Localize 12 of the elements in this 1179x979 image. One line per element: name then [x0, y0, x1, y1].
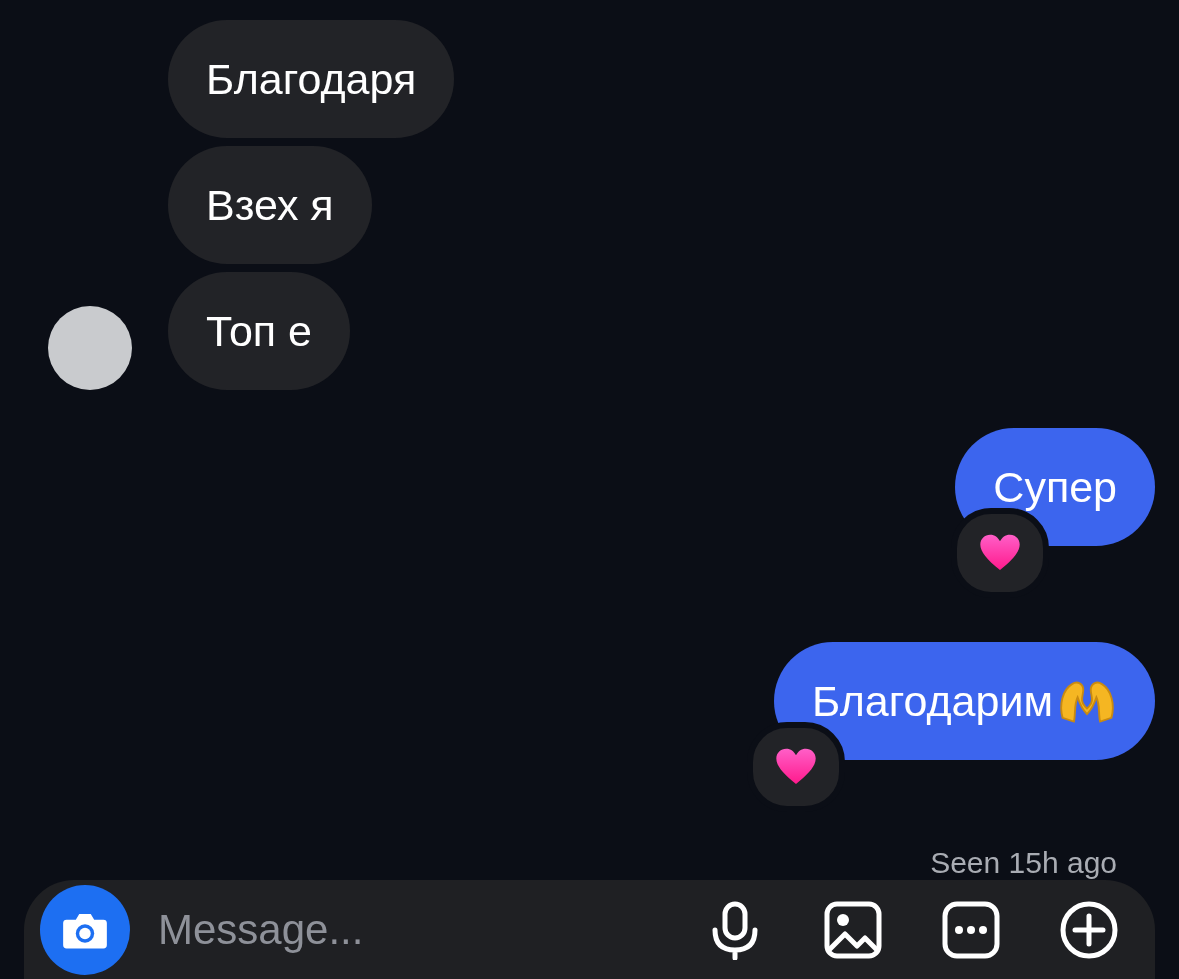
- sticker-icon[interactable]: [941, 900, 1001, 960]
- heart-icon: [979, 533, 1021, 573]
- message-text: Супер: [993, 462, 1117, 512]
- image-icon[interactable]: [823, 900, 883, 960]
- plus-icon[interactable]: [1059, 900, 1119, 960]
- message-bubble: Взех я: [168, 146, 372, 264]
- message-bubble: Топ е: [168, 272, 350, 390]
- message-text: Благодарим: [812, 676, 1053, 726]
- message-bubble: Благодаря: [168, 20, 455, 138]
- message-field[interactable]: Message...: [156, 905, 679, 955]
- seen-status: Seen 15h ago: [930, 846, 1117, 880]
- heart-icon: [775, 747, 817, 787]
